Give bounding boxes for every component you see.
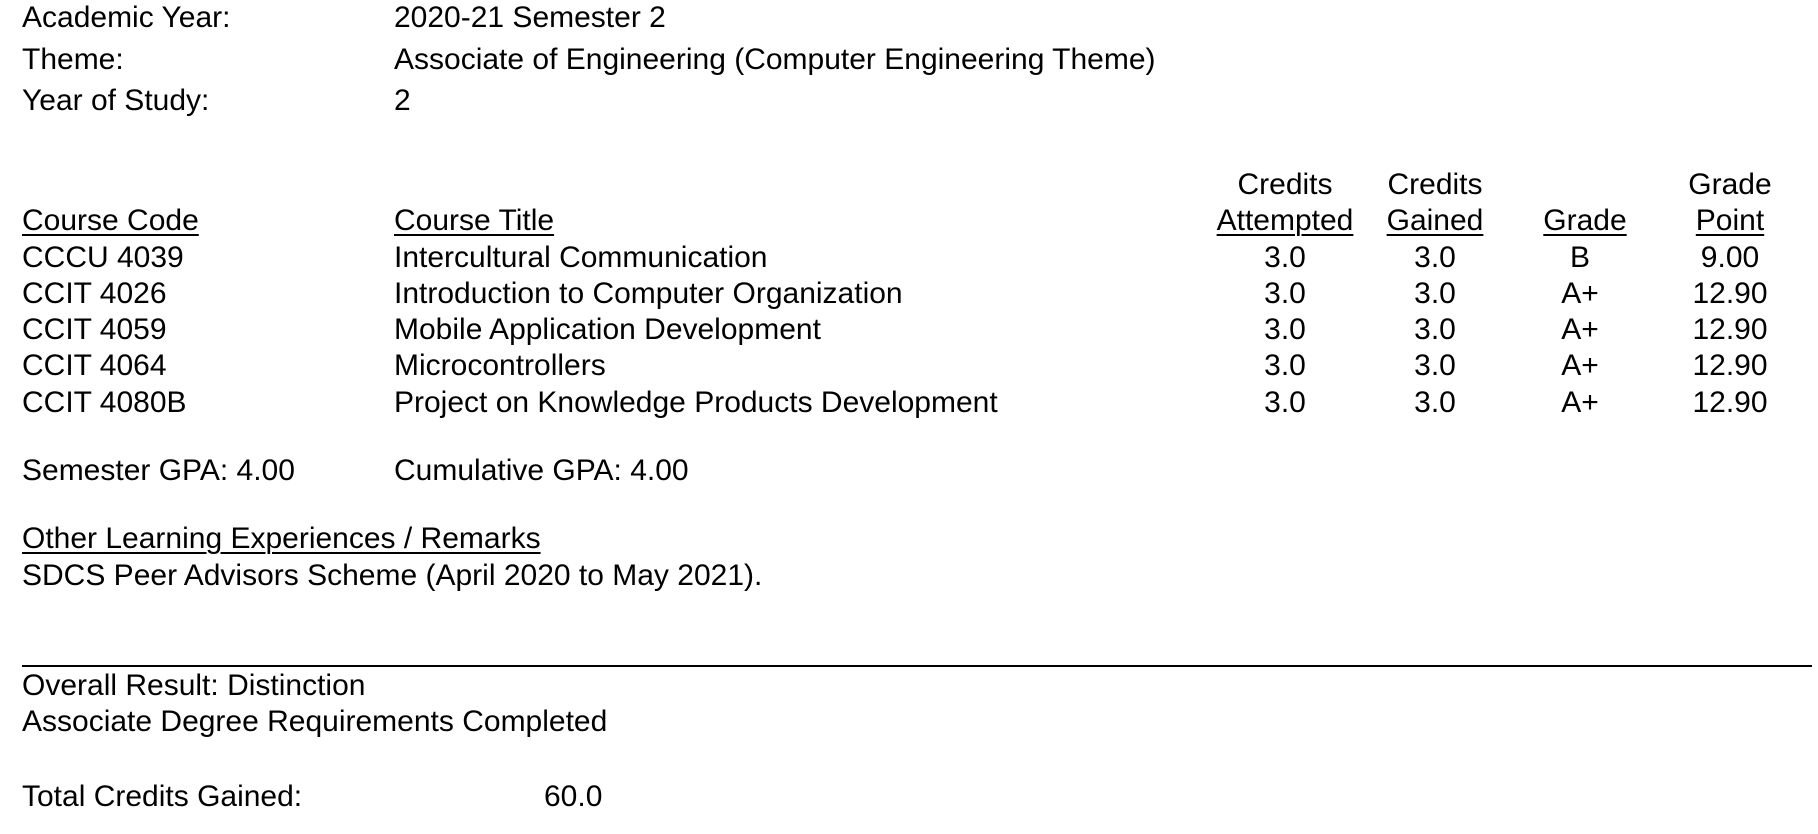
course-code: CCIT 4064 xyxy=(22,349,167,382)
course-title: Mobile Application Development xyxy=(394,313,821,346)
course-code: CCIT 4080B xyxy=(22,386,187,419)
total-credits-value: 60.0 xyxy=(544,780,603,813)
academic-year-value: 2020-21 Semester 2 xyxy=(394,1,666,34)
course-title: Intercultural Communication xyxy=(394,241,768,274)
remarks-text: SDCS Peer Advisors Scheme (April 2020 to… xyxy=(22,559,763,592)
header-grade-point-line1: Grade xyxy=(1688,168,1772,201)
header-grade-point-line2: Point xyxy=(1695,204,1765,237)
overall-result: Overall Result: Distinction xyxy=(22,669,366,702)
grade-point: 12.90 xyxy=(1692,349,1768,382)
credits-attempted: 3.0 xyxy=(1264,277,1306,310)
requirements-status: Associate Degree Requirements Completed xyxy=(22,705,608,738)
header-credits-attempted-line1: Credits xyxy=(1237,168,1333,201)
cumulative-gpa: Cumulative GPA: 4.00 xyxy=(394,454,689,487)
header-grade: Grade xyxy=(1543,204,1627,237)
course-title: Introduction to Computer Organization xyxy=(394,277,903,310)
header-course-code: Course Code xyxy=(22,204,199,237)
semester-gpa: Semester GPA: 4.00 xyxy=(22,454,295,487)
credits-gained: 3.0 xyxy=(1414,277,1456,310)
grade-point: 12.90 xyxy=(1692,313,1768,346)
grade-point: 12.90 xyxy=(1692,277,1768,310)
credits-attempted: 3.0 xyxy=(1264,386,1306,419)
theme-label: Theme: xyxy=(22,43,124,76)
header-credits-attempted-line2: Attempted xyxy=(1216,204,1354,237)
course-code: CCIT 4059 xyxy=(22,313,167,346)
academic-year-label: Academic Year: xyxy=(22,1,231,34)
remarks-heading: Other Learning Experiences / Remarks xyxy=(22,522,541,555)
credits-gained: 3.0 xyxy=(1414,386,1456,419)
grade: A+ xyxy=(1561,313,1599,346)
credits-attempted: 3.0 xyxy=(1264,313,1306,346)
course-title: Microcontrollers xyxy=(394,349,606,382)
header-credits-gained-line1: Credits xyxy=(1387,168,1483,201)
course-code: CCIT 4026 xyxy=(22,277,167,310)
grade: A+ xyxy=(1561,277,1599,310)
credits-gained: 3.0 xyxy=(1414,349,1456,382)
year-of-study-value: 2 xyxy=(394,84,411,117)
total-credits-label: Total Credits Gained: xyxy=(22,780,303,813)
course-title: Project on Knowledge Products Developmen… xyxy=(394,386,998,419)
header-credits-gained-line2: Gained xyxy=(1386,204,1484,237)
grade: B xyxy=(1569,241,1590,274)
grade-point: 9.00 xyxy=(1700,241,1760,274)
credits-gained: 3.0 xyxy=(1414,241,1456,274)
grade: A+ xyxy=(1561,349,1599,382)
grade: A+ xyxy=(1561,386,1599,419)
grade-point: 12.90 xyxy=(1692,386,1768,419)
transcript-page: { "info": { "academic_year_label": "Acad… xyxy=(0,0,1818,834)
credits-attempted: 3.0 xyxy=(1264,241,1306,274)
year-of-study-label: Year of Study: xyxy=(22,84,210,117)
credits-gained: 3.0 xyxy=(1414,313,1456,346)
course-code: CCCU 4039 xyxy=(22,241,184,274)
section-divider xyxy=(22,665,1812,667)
credits-attempted: 3.0 xyxy=(1264,349,1306,382)
header-course-title: Course Title xyxy=(394,204,555,237)
theme-value: Associate of Engineering (Computer Engin… xyxy=(394,43,1156,76)
